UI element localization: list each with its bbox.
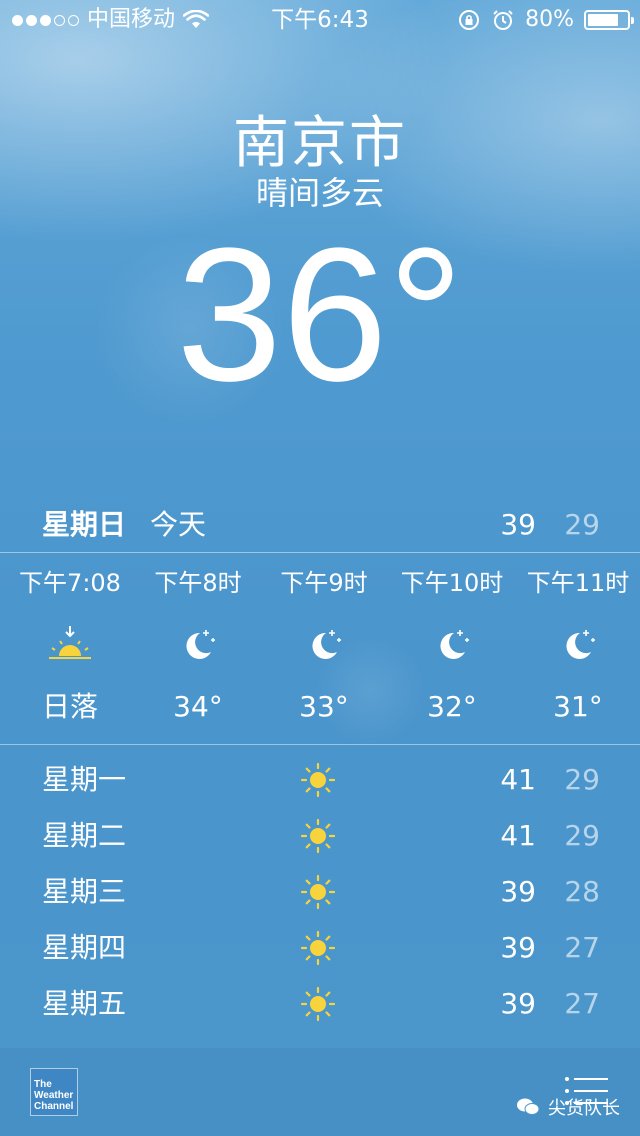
day-high: 41 bbox=[500, 763, 536, 796]
day-high: 39 bbox=[500, 931, 536, 964]
day-name: 星期二 bbox=[42, 819, 127, 852]
weather-condition: 晴间多云 bbox=[255, 174, 384, 212]
day-low: 27 bbox=[564, 931, 600, 964]
watermark: 尖货队长 bbox=[516, 1094, 620, 1120]
daily-forecast[interactable]: 星期一 41 29 星期二 41 29 星期三 39 28 星期四 39 27 … bbox=[0, 752, 640, 1032]
sunset-icon bbox=[49, 626, 91, 659]
rotation-lock-icon bbox=[459, 10, 480, 30]
status-bar: 中国移动 下午6:43 80% bbox=[0, 0, 640, 40]
hour-item: 下午11时 31° bbox=[514, 554, 640, 738]
weather-channel-logo[interactable]: The Weather Channel bbox=[30, 1068, 78, 1116]
battery-percent: 80% bbox=[525, 7, 574, 32]
hour-item: 下午7:08 日落 bbox=[6, 554, 134, 738]
sun-icon bbox=[300, 818, 336, 854]
hour-time: 下午7:08 bbox=[19, 569, 121, 597]
daily-row: 星期四 39 27 bbox=[0, 920, 640, 976]
status-right: 80% bbox=[457, 0, 634, 40]
day-low: 28 bbox=[564, 875, 600, 908]
hour-value: 33° bbox=[299, 690, 349, 723]
moon-icon bbox=[312, 630, 341, 659]
today-low: 29 bbox=[564, 508, 600, 541]
hour-value: 日落 bbox=[41, 690, 98, 723]
day-name: 星期四 bbox=[42, 931, 127, 964]
daily-row: 星期二 41 29 bbox=[0, 808, 640, 864]
sun-icon bbox=[300, 986, 336, 1022]
hour-item: 下午10时 32° bbox=[388, 554, 516, 738]
hour-item: 下午8时 34° bbox=[134, 554, 262, 738]
moon-icon bbox=[566, 630, 595, 659]
day-low: 29 bbox=[564, 819, 600, 852]
city-name: 南京市 bbox=[233, 111, 407, 176]
hour-item: 下午9时 33° bbox=[260, 554, 388, 738]
day-low: 29 bbox=[564, 763, 600, 796]
today-day: 星期日 bbox=[42, 508, 127, 541]
wechat-icon bbox=[517, 1098, 540, 1115]
today-high: 39 bbox=[500, 508, 536, 541]
alarm-icon bbox=[493, 10, 513, 30]
daily-row: 星期三 39 28 bbox=[0, 864, 640, 920]
day-low: 27 bbox=[564, 987, 600, 1020]
watermark-text: 尖货队长 bbox=[548, 1098, 620, 1119]
hour-time: 下午10时 bbox=[400, 569, 504, 597]
today-label: 今天 bbox=[150, 508, 207, 541]
hour-value: 34° bbox=[173, 690, 223, 723]
battery-icon bbox=[584, 10, 634, 30]
hour-time: 下午8时 bbox=[154, 569, 242, 597]
sun-icon bbox=[300, 930, 336, 966]
day-high: 39 bbox=[500, 987, 536, 1020]
hour-value: 31° bbox=[553, 690, 603, 723]
sun-icon bbox=[300, 874, 336, 910]
hour-time: 下午11时 bbox=[526, 569, 630, 597]
bottom-toolbar: The Weather Channel 尖货队长 bbox=[0, 1048, 640, 1136]
hourly-forecast[interactable]: 下午7:08 日落 下午8时 34° 下午9时 33° 下午10时 32° 下午… bbox=[0, 554, 640, 744]
today-summary: 星期日 今天 39 29 bbox=[0, 498, 640, 552]
day-name: 星期三 bbox=[42, 875, 127, 908]
day-high: 41 bbox=[500, 819, 536, 852]
sun-icon bbox=[300, 762, 336, 798]
divider bbox=[0, 744, 640, 745]
daily-row: 星期五 39 27 bbox=[0, 976, 640, 1032]
current-temperature: 36° bbox=[176, 209, 464, 421]
day-name: 星期五 bbox=[42, 987, 127, 1020]
battery-fill bbox=[588, 14, 619, 26]
divider bbox=[0, 552, 640, 553]
day-name: 星期一 bbox=[42, 763, 127, 796]
hour-time: 下午9时 bbox=[280, 569, 368, 597]
day-high: 39 bbox=[500, 875, 536, 908]
daily-row: 星期一 41 29 bbox=[0, 752, 640, 808]
moon-icon bbox=[186, 630, 215, 659]
moon-icon bbox=[440, 630, 469, 659]
hour-value: 32° bbox=[427, 690, 477, 723]
